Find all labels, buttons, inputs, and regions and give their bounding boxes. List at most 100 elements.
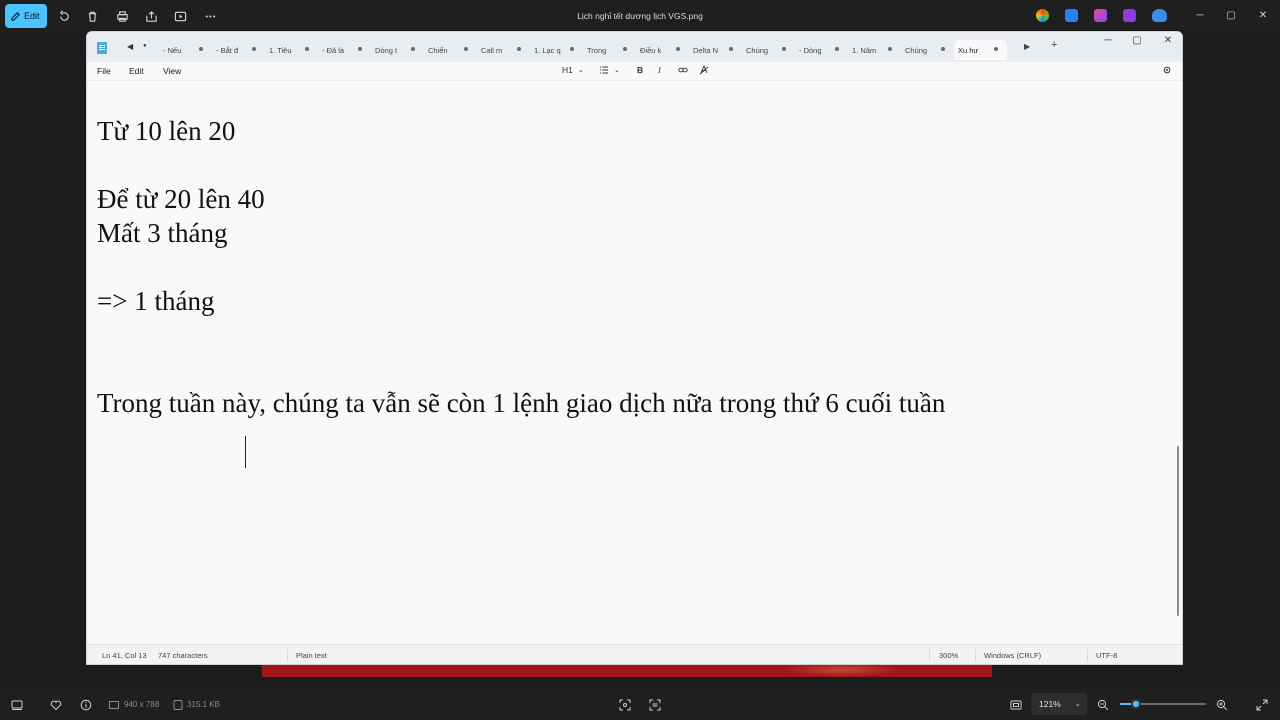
text-editor[interactable]: Từ 10 lên 20 Để từ 20 lên 40 Mất 3 tháng… [87, 80, 1182, 646]
unsaved-dot-icon[interactable] [464, 47, 468, 51]
clear-formatting-button[interactable] [699, 65, 709, 75]
file-size-icon [172, 698, 184, 710]
video-editor-icon[interactable] [1123, 9, 1136, 22]
np-minimize-button[interactable]: ─ [1101, 35, 1115, 46]
zoom-slider-thumb[interactable] [1131, 699, 1142, 709]
tab-label: 1. Lạc q [534, 45, 561, 55]
tab-label: Trong [587, 45, 607, 55]
tab-2[interactable]: 1. Tiêu [265, 40, 318, 60]
chevron-down-icon: ⌄ [577, 67, 584, 74]
photos-title: Lịch nghỉ tết dương lịch VGS.png [577, 11, 703, 21]
zoom-dropdown[interactable]: 121% ⌄ [1031, 693, 1087, 715]
text-scan-icon[interactable] [649, 698, 661, 711]
tab-10[interactable]: Delta N [689, 40, 742, 60]
unsaved-dot-icon[interactable] [252, 47, 256, 51]
tab-label: - Dòng [799, 45, 822, 55]
unsaved-dot-icon[interactable] [358, 47, 362, 51]
zoom-value: 121% [1039, 699, 1061, 709]
tab-5[interactable]: Chiến [424, 40, 477, 60]
link-icon [678, 67, 688, 73]
zoom-slider[interactable] [1120, 699, 1206, 709]
bold-button[interactable]: B [637, 65, 643, 75]
tab-11[interactable]: Chúng [742, 40, 795, 60]
unsaved-dot-icon[interactable] [411, 47, 415, 51]
clipchamp-icon[interactable] [1094, 9, 1107, 22]
vertical-scrollbar[interactable] [1177, 446, 1179, 616]
tab-8[interactable]: Trong [583, 40, 636, 60]
unsaved-dot-icon[interactable] [305, 47, 309, 51]
filmstrip-icon[interactable] [11, 698, 23, 710]
tab-label: Điều k [640, 45, 662, 55]
menu-view[interactable]: View [163, 66, 181, 76]
unsaved-dot-icon[interactable] [729, 47, 733, 51]
heading-dropdown[interactable]: H1 ⌄ [562, 65, 584, 75]
copilot-icon[interactable] [1036, 9, 1049, 22]
unsaved-dot-icon[interactable] [676, 47, 680, 51]
menu-bar: File Edit View H1 ⌄ ⌄ B I [87, 62, 1182, 80]
menu-edit[interactable]: Edit [129, 66, 144, 76]
photos-bottom-bar: 940 x 788 315.1 KB 121% ⌄ [0, 688, 1280, 720]
unsaved-dot-icon[interactable] [570, 47, 574, 51]
photos-top-bar: Edit Lịch nghỉ tết dương lịch VGS.png ─ … [0, 0, 1280, 32]
unsaved-dot-icon[interactable] [623, 47, 627, 51]
chevron-down-icon: ⌄ [1074, 701, 1081, 708]
info-icon[interactable] [80, 698, 92, 711]
unsaved-dot-icon[interactable] [782, 47, 786, 51]
unsaved-dot-icon[interactable] [835, 47, 839, 51]
text-cursor [245, 436, 246, 468]
tab-14[interactable]: Chúng [901, 40, 954, 60]
notepad-window: ◀ ● - Nếu - Bắt đ 1. Tiêu - Đã là Dòng t Chiế… [86, 31, 1183, 665]
status-bar: Ln 41, Col 13 747 characters Plain text … [87, 644, 1182, 664]
italic-button[interactable]: I [658, 65, 661, 75]
maximize-button[interactable]: ▢ [1224, 9, 1238, 23]
np-maximize-button[interactable]: ▢ [1130, 35, 1144, 46]
text-mode[interactable]: Plain text [296, 651, 327, 660]
tab-15[interactable]: Xu hư [954, 40, 1007, 60]
menu-file[interactable]: File [97, 66, 111, 76]
unsaved-dot-icon[interactable] [199, 47, 203, 51]
tab-dot-icon: ● [143, 43, 147, 49]
scroll-right-icon[interactable]: ▶ [1024, 42, 1030, 51]
fullscreen-icon[interactable] [1256, 698, 1268, 711]
tab-12[interactable]: - Dòng [795, 40, 848, 60]
tab-label: Chúng [905, 45, 928, 55]
gear-icon [1163, 66, 1171, 74]
tab-0[interactable]: - Nếu [159, 40, 212, 60]
new-tab-icon[interactable]: + [1051, 39, 1057, 51]
tab-7[interactable]: 1. Lạc q [530, 40, 583, 60]
text-line: Từ 10 lên 20 [97, 116, 236, 146]
link-button[interactable] [678, 65, 688, 75]
unsaved-dot-icon[interactable] [888, 47, 892, 51]
minimize-button[interactable]: ─ [1193, 9, 1207, 23]
unsaved-dot-icon[interactable] [994, 47, 998, 51]
background-image-edge [262, 663, 992, 677]
settings-button[interactable] [1162, 65, 1172, 75]
designer-icon[interactable] [1065, 9, 1078, 22]
heading-label: H1 [562, 65, 573, 75]
image-dimensions: 940 x 788 [124, 700, 160, 709]
visual-search-icon[interactable] [619, 698, 631, 711]
fit-to-window-icon[interactable] [1010, 698, 1022, 710]
tab-3[interactable]: - Đã là [318, 40, 371, 60]
encoding[interactable]: UTF-8 [1096, 651, 1117, 660]
tab-label: 1. Năm [852, 45, 877, 55]
onedrive-icon[interactable] [1152, 9, 1167, 22]
list-dropdown[interactable]: ⌄ [599, 65, 620, 75]
tab-6[interactable]: Call m [477, 40, 530, 60]
np-close-button[interactable]: ✕ [1161, 35, 1175, 46]
unsaved-dot-icon[interactable] [517, 47, 521, 51]
tab-9[interactable]: Điều k [636, 40, 689, 60]
favorite-icon[interactable] [50, 698, 62, 711]
close-button[interactable]: ✕ [1256, 9, 1270, 23]
unsaved-dot-icon[interactable] [941, 47, 945, 51]
scroll-left-icon[interactable]: ◀ [127, 42, 133, 51]
notepad-app-icon [97, 42, 107, 54]
zoom-in-icon[interactable] [1216, 698, 1228, 711]
line-ending[interactable]: Windows (CRLF) [984, 651, 1041, 660]
tab-1[interactable]: - Bắt đ [212, 40, 265, 60]
tab-bar: ◀ ● - Nếu - Bắt đ 1. Tiêu - Đã là Dòng t Chiế… [87, 32, 1182, 62]
tab-4[interactable]: Dòng t [371, 40, 424, 60]
zoom-out-icon[interactable] [1097, 698, 1109, 711]
tab-13[interactable]: 1. Năm [848, 40, 901, 60]
zoom-level[interactable]: 300% [939, 651, 958, 660]
